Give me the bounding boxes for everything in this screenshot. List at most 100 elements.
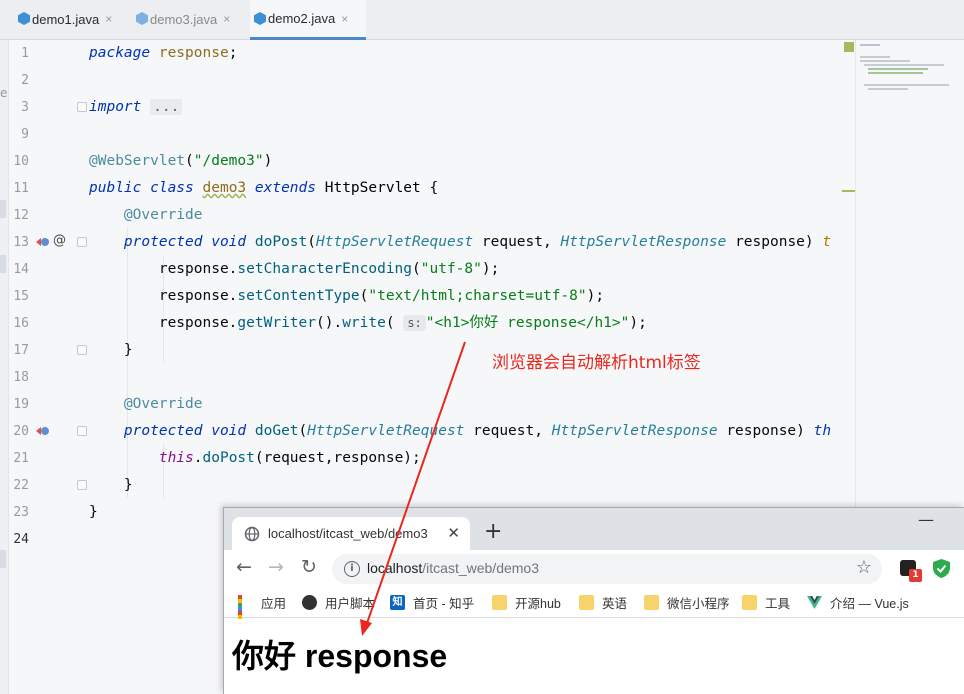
code-line-14: response.setCharacterEncoding("utf-8"); — [158, 261, 500, 277]
line-number: 23 — [13, 505, 29, 520]
fold-toggle[interactable] — [77, 426, 87, 436]
fold-toggle[interactable] — [77, 345, 87, 355]
inspection-status-icon[interactable] — [844, 42, 854, 52]
code-line-1: package response; — [89, 45, 238, 61]
code-line-12: @Override — [123, 207, 203, 223]
bookmark-vuejs[interactable]: 介绍 — Vue.js — [807, 593, 909, 612]
folded-imports[interactable]: ... — [150, 99, 183, 115]
line-number: 2 — [21, 73, 29, 88]
strip-label: e — [0, 86, 8, 100]
close-icon[interactable]: × — [341, 12, 348, 26]
close-icon[interactable]: ✕ — [447, 524, 460, 542]
left-tool-strip: e — [0, 40, 9, 694]
line-number: 1 — [21, 46, 29, 61]
code-line-15: response.setContentType("text/html;chars… — [158, 288, 605, 304]
line-number: 22 — [13, 478, 29, 493]
line-number: 18 — [13, 370, 29, 385]
extension-badge: 1 — [909, 569, 922, 582]
fold-toggle[interactable] — [77, 102, 87, 112]
url-host: localhost — [367, 560, 423, 576]
code-line-3: import ... — [89, 94, 183, 121]
line-number: 21 — [13, 451, 29, 466]
code-line-13: protected void doPost(HttpServletRequest… — [123, 234, 832, 250]
code-line-11: public class demo3 extends HttpServlet { — [89, 180, 439, 196]
url-text: localhost/itcast_web/demo3 — [367, 560, 539, 576]
minimap-line — [860, 56, 890, 58]
apps-grid-icon — [238, 595, 253, 631]
bookmark-folder-english[interactable]: 英语 — [579, 593, 627, 612]
minimize-button[interactable]: — — [918, 510, 934, 529]
reload-button[interactable]: ↻ — [301, 556, 317, 578]
close-icon[interactable]: × — [105, 12, 112, 26]
fold-toggle[interactable] — [77, 237, 87, 247]
line-number: 3 — [21, 100, 29, 115]
java-file-icon — [254, 12, 266, 25]
bookmark-folder-wechat-miniprogram[interactable]: 微信小程序 — [644, 593, 730, 612]
folder-icon — [644, 595, 659, 610]
page-content: 你好 response — [224, 619, 964, 694]
parameter-hint: s: — [403, 315, 426, 331]
bookmark-folder-kaiyuanhub[interactable]: 开源hub — [492, 593, 561, 612]
override-method-icon[interactable] — [36, 425, 50, 437]
code-line-23: } — [89, 504, 98, 520]
bookmark-user-scripts[interactable]: 用户脚本 — [302, 593, 375, 612]
folder-icon — [579, 595, 594, 610]
close-icon[interactable]: × — [223, 12, 230, 26]
bookmark-folder-tools[interactable]: 工具 — [742, 593, 790, 612]
tab-demo1-java[interactable]: demo1.java × — [14, 0, 126, 38]
bookmark-apps[interactable]: 应用 — [238, 593, 286, 631]
minimap-line — [864, 84, 949, 86]
forward-button[interactable]: → — [268, 556, 284, 578]
address-bar[interactable]: i localhost/itcast_web/demo3 ☆ — [332, 554, 882, 584]
new-tab-button[interactable]: + — [484, 519, 502, 544]
java-file-icon — [18, 12, 30, 25]
at-icon[interactable]: @ — [53, 233, 66, 248]
browser-tab[interactable]: localhost/itcast_web/demo3 ✕ — [232, 517, 470, 550]
line-number: 24 — [13, 532, 29, 547]
browser-tab-title: localhost/itcast_web/demo3 — [268, 526, 428, 541]
bookmark-zhihu[interactable]: 知 首页 - 知乎 — [390, 593, 474, 612]
shield-check-icon[interactable] — [933, 559, 950, 578]
tab-demo2-java[interactable]: demo2.java × — [250, 0, 366, 40]
line-number: 12 — [13, 208, 29, 223]
vue-icon — [807, 596, 822, 609]
code-line-16: response.getWriter().write( s: "<h1>你好 re… — [158, 315, 647, 331]
tab-label: demo2.java — [268, 11, 336, 26]
line-number: 15 — [13, 289, 29, 304]
code-line-10: @WebServlet("/demo3") — [89, 153, 273, 169]
line-number: 17 — [13, 343, 29, 358]
page-heading: 你好 response — [232, 638, 448, 674]
tab-demo3-java[interactable]: demo3.java × — [132, 0, 246, 38]
annotation-text: 浏览器会自动解析html标签 — [492, 353, 701, 373]
line-number: 20 — [13, 424, 29, 439]
override-method-icon[interactable] — [36, 236, 50, 248]
editor-tab-bar: demo1.java × demo3.java × demo2.java × — [0, 0, 964, 40]
globe-icon — [244, 526, 260, 541]
line-number: 19 — [13, 397, 29, 412]
java-file-icon — [136, 12, 148, 25]
line-number: 11 — [13, 181, 29, 196]
browser-tab-strip: localhost/itcast_web/demo3 ✕ + — — [224, 508, 964, 550]
minimap-line — [868, 88, 908, 90]
line-number: 16 — [13, 316, 29, 331]
back-button[interactable]: ← — [236, 556, 252, 578]
minimap-line — [860, 60, 910, 62]
code-line-21: this.doPost(request,response); — [158, 450, 421, 466]
info-icon[interactable]: i — [344, 561, 360, 577]
zhihu-icon: 知 — [390, 595, 405, 610]
code-line-20: protected void doGet(HttpServletRequest … — [123, 423, 832, 439]
code-line-19: @Override — [123, 396, 203, 412]
fold-toggle[interactable] — [77, 480, 87, 490]
line-number: 14 — [13, 262, 29, 277]
url-path: /itcast_web/demo3 — [422, 560, 539, 576]
browser-toolbar: ← → ↻ i localhost/itcast_web/demo3 ☆ 1 — [224, 550, 964, 588]
extension-icon[interactable]: 1 — [900, 560, 922, 582]
minimap-line — [864, 64, 944, 66]
editor-gutter: 1 2 3 9 10 11 12 13 14 15 16 17 18 19 20… — [9, 40, 89, 694]
folder-icon — [492, 595, 507, 610]
bookmarks-bar: 应用 用户脚本 知 首页 - 知乎 开源hub 英语 微信小程序 工具 介绍 — — [224, 588, 964, 631]
bookmark-star-icon[interactable]: ☆ — [856, 557, 872, 578]
error-stripe-marker[interactable] — [842, 190, 856, 192]
minimap-line — [860, 44, 880, 46]
minimap-line — [868, 72, 923, 74]
